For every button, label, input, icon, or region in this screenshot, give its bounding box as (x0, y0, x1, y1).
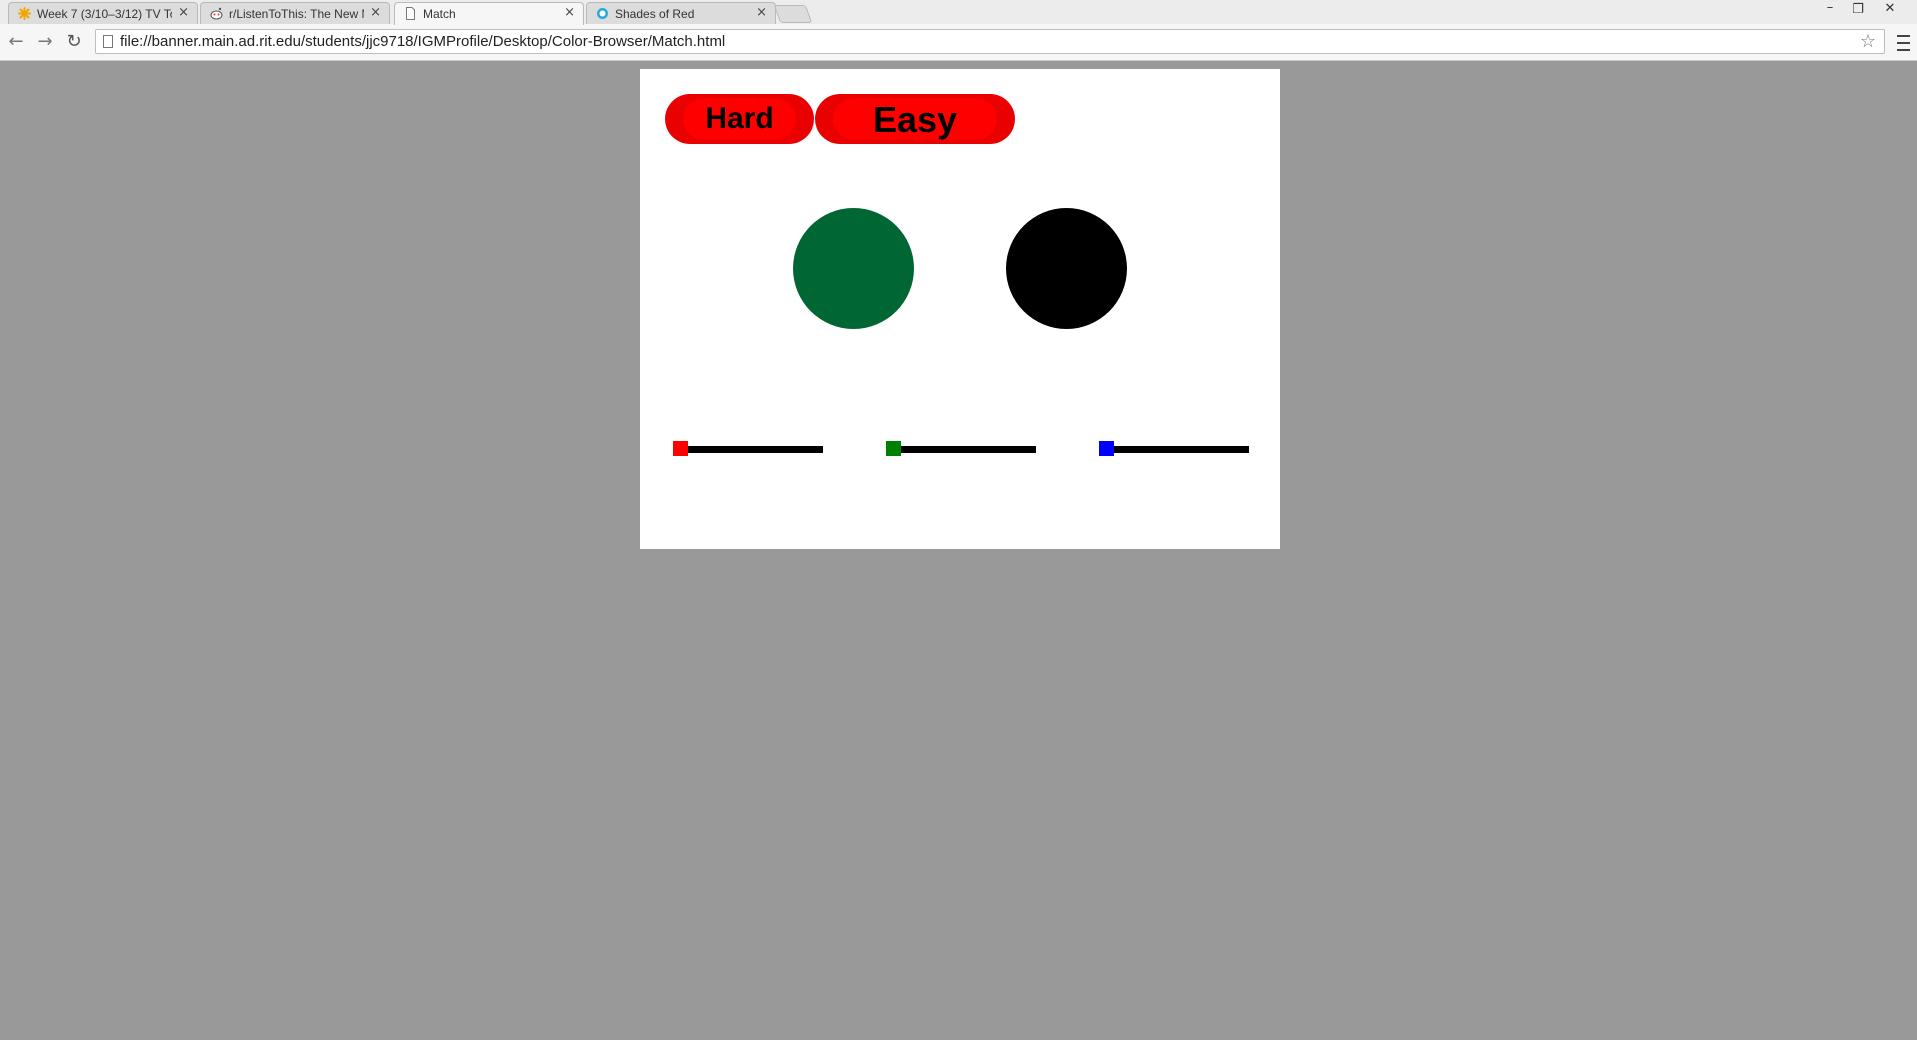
tab-match[interactable]: Match × (394, 2, 584, 25)
bookmark-star-icon[interactable]: ☆ (1860, 31, 1876, 53)
hard-button-label: Hard (705, 102, 774, 135)
tab-title: r/ListenToThis: The New Music (229, 7, 364, 21)
close-window-icon[interactable]: ✕ (1880, 1, 1900, 16)
star-burst-icon (18, 7, 31, 20)
green-slider-thumb[interactable] (886, 441, 901, 456)
target-color-circle (793, 208, 914, 329)
hard-button[interactable]: Hard (665, 94, 814, 144)
tab-title: Week 7 (3/10–3/12) TV Tonight (37, 7, 172, 21)
red-slider-track[interactable] (673, 446, 823, 453)
blue-slider-thumb[interactable] (1099, 441, 1114, 456)
tab-strip: Week 7 (3/10–3/12) TV Tonight × r/Listen… (0, 0, 1917, 25)
close-icon[interactable]: × (370, 6, 381, 20)
restore-icon[interactable]: ❐ (1848, 2, 1868, 17)
close-icon[interactable]: × (756, 6, 767, 20)
url-text[interactable]: file://banner.main.ad.rit.edu/students/j… (120, 33, 725, 50)
tab-listentothis[interactable]: r/ListenToThis: The New Music × (200, 2, 390, 24)
tab-title: Shades of Red (615, 7, 695, 21)
minimize-icon[interactable]: – (1820, 0, 1840, 15)
tab-shades-of-red[interactable]: Shades of Red × (586, 2, 776, 24)
forward-arrow-icon[interactable]: → (33, 30, 57, 54)
back-arrow-icon[interactable]: ← (4, 30, 28, 54)
new-tab-button[interactable] (773, 5, 813, 23)
green-slider-track[interactable] (886, 446, 1036, 453)
page-icon (103, 35, 113, 48)
reddit-icon (210, 7, 223, 20)
circle-icon (597, 8, 608, 19)
easy-button[interactable]: Easy (815, 94, 1015, 144)
reload-icon[interactable]: ↻ (62, 30, 86, 54)
mixed-color-circle (1006, 208, 1127, 329)
toolbar: ← → ↻ file://banner.main.ad.rit.edu/stud… (0, 24, 1917, 61)
tab-tv-tonight[interactable]: Week 7 (3/10–3/12) TV Tonight × (8, 2, 198, 24)
game-canvas[interactable]: Hard Easy (640, 69, 1280, 549)
menu-icon[interactable] (1894, 30, 1914, 54)
page-icon (406, 7, 415, 20)
address-bar[interactable]: file://banner.main.ad.rit.edu/students/j… (95, 29, 1885, 54)
close-icon[interactable]: × (178, 6, 189, 20)
blue-slider-track[interactable] (1099, 446, 1249, 453)
close-icon[interactable]: × (564, 6, 575, 20)
tab-title: Match (423, 7, 456, 21)
easy-button-label: Easy (872, 99, 958, 140)
red-slider-thumb[interactable] (673, 441, 688, 456)
